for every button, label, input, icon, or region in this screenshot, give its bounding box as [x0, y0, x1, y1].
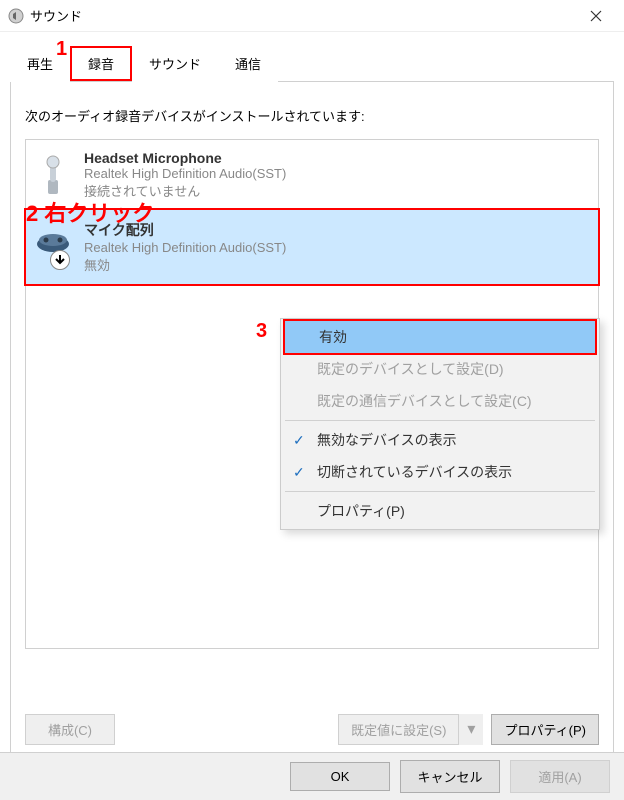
chevron-down-icon[interactable]: ▾ — [458, 714, 483, 745]
instruction-text: 次のオーディオ録音デバイスがインストールされています: — [25, 106, 599, 125]
properties-button[interactable]: プロパティ(P) — [491, 714, 599, 745]
apply-button[interactable]: 適用(A) — [510, 760, 610, 793]
device-info: Headset Microphone Realtek High Definiti… — [84, 150, 590, 200]
device-sub: Realtek High Definition Audio(SST) — [84, 240, 590, 255]
menu-set-default-comm: 既定の通信デバイスとして設定(C) — [283, 385, 597, 417]
panel-buttons: 構成(C) 既定値に設定(S) ▾ プロパティ(P) — [25, 714, 599, 745]
set-default-button[interactable]: 既定値に設定(S) — [338, 714, 458, 745]
configure-button[interactable]: 構成(C) — [25, 714, 115, 745]
menu-separator — [285, 420, 595, 421]
device-name: Headset Microphone — [84, 150, 590, 166]
dialog-buttons: OK キャンセル 適用(A) — [0, 752, 624, 800]
check-icon: ✓ — [293, 464, 305, 481]
tab-communication[interactable]: 通信 — [218, 47, 278, 82]
device-item[interactable]: Headset Microphone Realtek High Definiti… — [26, 140, 598, 210]
menu-show-disconnected[interactable]: ✓ 切断されているデバイスの表示 — [283, 456, 597, 488]
tabbar: 再生 録音 サウンド 通信 — [10, 46, 614, 82]
device-sub: Realtek High Definition Audio(SST) — [84, 166, 590, 181]
check-icon: ✓ — [293, 432, 305, 449]
window-title: サウンド — [30, 6, 576, 25]
device-status: 接続されていません — [84, 181, 590, 200]
menu-properties[interactable]: プロパティ(P) — [283, 495, 597, 527]
cancel-button[interactable]: キャンセル — [400, 760, 500, 793]
device-info: マイク配列 Realtek High Definition Audio(SST)… — [84, 220, 590, 274]
menu-item-label: 無効なデバイスの表示 — [317, 432, 457, 448]
titlebar: サウンド — [0, 0, 624, 32]
device-status: 無効 — [84, 255, 590, 274]
device-item-selected[interactable]: マイク配列 Realtek High Definition Audio(SST)… — [24, 208, 600, 286]
menu-item-label: 切断されているデバイスの表示 — [317, 464, 512, 480]
menu-separator — [285, 491, 595, 492]
sound-icon — [8, 8, 24, 24]
set-default-dropdown[interactable]: 既定値に設定(S) ▾ — [338, 714, 483, 745]
tab-playback[interactable]: 再生 — [10, 47, 70, 82]
tab-sound[interactable]: サウンド — [132, 47, 218, 82]
disabled-arrow-icon — [50, 250, 70, 270]
menu-show-disabled[interactable]: ✓ 無効なデバイスの表示 — [283, 424, 597, 456]
menu-set-default: 既定のデバイスとして設定(D) — [283, 353, 597, 385]
mic-array-icon — [34, 226, 72, 268]
close-button[interactable] — [576, 0, 616, 32]
device-name: マイク配列 — [84, 220, 590, 240]
menu-enable[interactable]: 有効 — [283, 319, 597, 355]
headset-mic-icon — [34, 154, 72, 196]
ok-button[interactable]: OK — [290, 762, 390, 791]
tab-recording[interactable]: 録音 — [70, 46, 132, 81]
context-menu: 有効 既定のデバイスとして設定(D) 既定の通信デバイスとして設定(C) ✓ 無… — [280, 318, 600, 530]
